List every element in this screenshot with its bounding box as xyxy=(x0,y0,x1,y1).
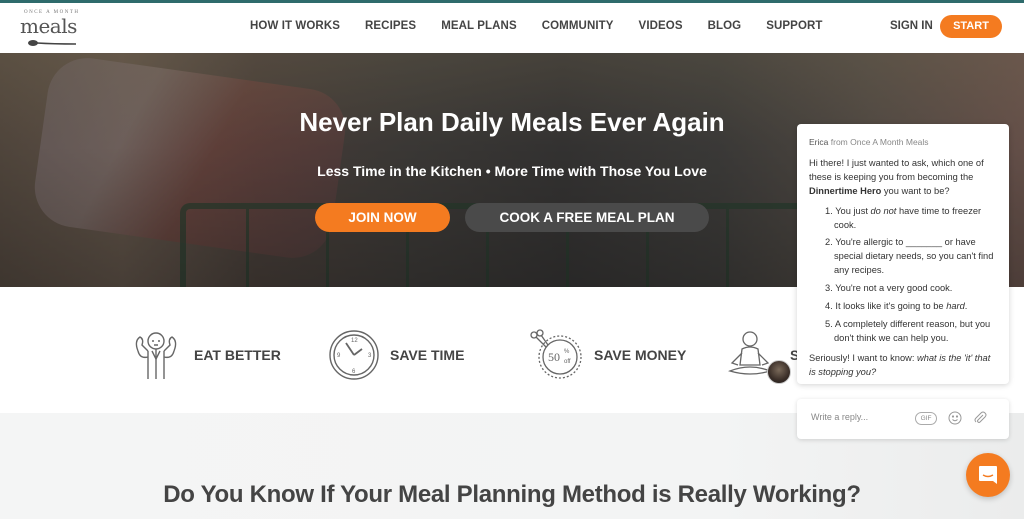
nav-community[interactable]: COMMUNITY xyxy=(542,20,614,32)
chat-option: 3. You're not a very good cook. xyxy=(825,283,953,294)
nav-blog[interactable]: BLOG xyxy=(708,20,742,32)
chat-bubble-icon xyxy=(979,466,997,484)
chat-sender: Erica from Once A Month Meals xyxy=(809,136,997,149)
benefit-label: SAVE TIME xyxy=(390,347,465,363)
main-nav: HOW IT WORKS RECIPES MEAL PLANS COMMUNIT… xyxy=(250,20,848,32)
attachment-icon[interactable] xyxy=(973,411,987,425)
chat-launcher-button[interactable] xyxy=(966,453,1010,497)
chat-option: 4. It looks like it's going to be hard. xyxy=(825,301,968,312)
intro-bold: Dinnertime Hero xyxy=(809,185,882,196)
logo-wordmark: meals xyxy=(20,14,77,38)
nav-videos[interactable]: VIDEOS xyxy=(639,20,683,32)
nav-support[interactable]: SUPPORT xyxy=(766,20,822,32)
clock-icon: 12 6 3 9 xyxy=(329,330,379,380)
benefit-eat-better: EAT BETTER xyxy=(128,329,281,381)
coupon-scissors-icon: 50 % off xyxy=(530,329,582,379)
chat-option: 5. A completely different reason, but yo… xyxy=(825,319,991,344)
sender-org: from Once A Month Meals xyxy=(830,137,929,147)
intro-text: Hi there! I just wanted to ask, which on… xyxy=(809,157,984,182)
svg-text:12: 12 xyxy=(351,338,358,344)
intro-text-end: you want to be? xyxy=(881,185,950,196)
sign-in-link[interactable]: SIGN IN xyxy=(890,20,933,32)
nav-how-it-works[interactable]: HOW IT WORKS xyxy=(250,20,340,32)
nav-meal-plans[interactable]: MEAL PLANS xyxy=(441,20,517,32)
benefit-label: SAVE MONEY xyxy=(594,347,687,363)
benefit-save-time: 12 6 3 9 SAVE TIME xyxy=(328,329,464,381)
chat-reply-box[interactable]: Write a reply... GIF xyxy=(797,399,1009,439)
chat-closing: Seriously! I want to know: what is the '… xyxy=(809,353,991,377)
chat-message-card[interactable]: Erica from Once A Month Meals Hi there! … xyxy=(797,124,1009,384)
svg-text:%: % xyxy=(564,349,570,355)
spoon-icon xyxy=(28,40,77,46)
benefit-save-money: 50 % off SAVE MONEY xyxy=(528,329,686,381)
section-heading: Do You Know If Your Meal Planning Method… xyxy=(163,481,861,508)
nav-recipes[interactable]: RECIPES xyxy=(365,20,416,32)
emoji-icon[interactable] xyxy=(948,411,962,425)
join-now-button[interactable]: JOIN NOW xyxy=(315,203,450,232)
chat-options-list: 1. You just do not have time to freezer … xyxy=(809,205,997,346)
site-logo[interactable]: ONCE A MONTH meals xyxy=(20,7,90,51)
benefit-label: EAT BETTER xyxy=(194,347,281,363)
gif-button[interactable]: GIF xyxy=(915,412,937,425)
agent-avatar xyxy=(767,360,791,384)
sender-name: Erica xyxy=(809,137,829,147)
svg-text:off: off xyxy=(564,359,571,365)
reply-input[interactable]: Write a reply... xyxy=(811,412,868,422)
site-header: ONCE A MONTH meals HOW IT WORKS RECIPES … xyxy=(0,3,1024,53)
svg-text:50: 50 xyxy=(548,350,560,364)
start-button[interactable]: START xyxy=(940,15,1002,38)
chat-intro: Hi there! I just wanted to ask, which on… xyxy=(809,157,997,199)
svg-text:9: 9 xyxy=(337,353,341,359)
chat-option: 1. You just do not have time to freezer … xyxy=(825,205,982,230)
svg-text:6: 6 xyxy=(352,369,356,375)
flexing-man-icon xyxy=(135,332,177,379)
svg-text:3: 3 xyxy=(368,353,372,359)
chat-option: 2. You're allergic to _______ or have sp… xyxy=(825,237,994,276)
cook-free-meal-plan-button[interactable]: COOK A FREE MEAL PLAN xyxy=(465,203,709,232)
